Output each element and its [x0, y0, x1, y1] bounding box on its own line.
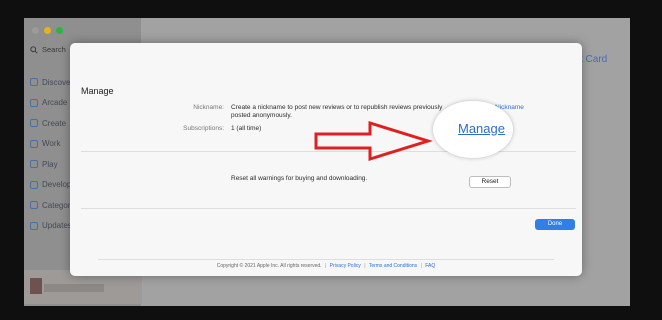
- sidebar-item-label: Updates: [42, 221, 72, 231]
- minimize-window-button[interactable]: [44, 27, 51, 34]
- sidebar-item-label: Arcade: [42, 98, 68, 108]
- nickname-label: Nickname:: [193, 104, 224, 111]
- blurred-account-name: [44, 284, 104, 292]
- sidebar-item-label: Discover: [42, 77, 74, 87]
- manage-sheet: Manage Nickname: Create a nickname to po…: [70, 43, 582, 276]
- sidebar-item-label: Play: [42, 159, 58, 169]
- rocket-icon: [30, 160, 38, 169]
- done-button[interactable]: Done: [535, 219, 575, 230]
- window-controls: [32, 27, 63, 34]
- close-window-button[interactable]: [32, 27, 39, 34]
- gamepad-icon: [30, 98, 38, 107]
- manage-subscriptions-link[interactable]: Manage: [458, 121, 505, 136]
- nickname-description: Create a nickname to post new reviews or…: [231, 104, 443, 119]
- hammer-icon: [30, 180, 38, 189]
- subscriptions-label: Subscriptions:: [183, 125, 224, 132]
- plane-icon: [30, 139, 38, 148]
- footer-separator: |: [420, 263, 422, 269]
- terms-link[interactable]: Terms and Conditions: [369, 263, 417, 269]
- gift-card-link-fragment: t Card: [580, 54, 608, 65]
- brush-icon: [30, 119, 38, 128]
- search-icon: [30, 45, 38, 54]
- star-icon: [30, 78, 38, 87]
- footer: Copyright © 2021 Apple Inc. All rights r…: [70, 263, 582, 269]
- privacy-policy-link[interactable]: Privacy Policy: [330, 263, 361, 269]
- faq-link[interactable]: FAQ: [425, 263, 435, 269]
- footer-separator: |: [324, 263, 327, 269]
- blurred-avatar: [30, 278, 42, 294]
- footer-separator: |: [364, 263, 366, 269]
- download-icon: [30, 221, 38, 230]
- sidebar-item-label: Create: [42, 118, 67, 128]
- sidebar-item-label: Work: [42, 139, 61, 149]
- divider: [81, 208, 576, 209]
- sidebar-item-label: Develop: [42, 180, 72, 190]
- footer-divider: [98, 259, 554, 260]
- sheet-title: Manage: [81, 86, 114, 96]
- grid-icon: [30, 201, 38, 210]
- search-label: Search: [42, 45, 66, 54]
- reset-button[interactable]: Reset: [469, 176, 511, 188]
- sidebar-search[interactable]: Search: [30, 45, 66, 54]
- zoom-window-button[interactable]: [56, 27, 63, 34]
- divider: [81, 151, 576, 152]
- copyright-text: Copyright © 2021 Apple Inc. All rights r…: [216, 263, 322, 269]
- subscriptions-value: 1 (all time): [231, 125, 262, 132]
- reset-warnings-text: Reset all warnings for buying and downlo…: [231, 175, 368, 182]
